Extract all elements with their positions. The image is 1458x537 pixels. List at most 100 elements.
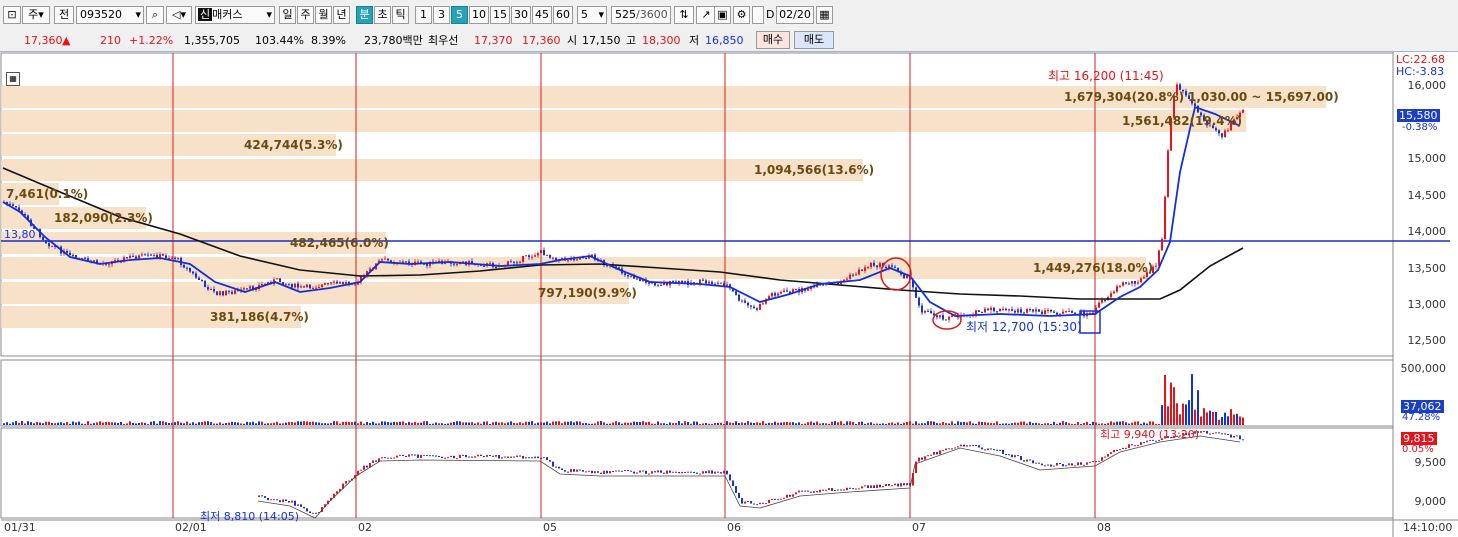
volume-bar xyxy=(138,423,140,425)
volume-bar xyxy=(897,422,899,425)
indicator-candle xyxy=(1218,432,1220,434)
interval-5-button[interactable]: 5 xyxy=(451,6,468,24)
volume-bar xyxy=(420,422,422,425)
volume-bar xyxy=(1212,411,1214,425)
indicator-candle xyxy=(696,472,698,474)
volume-bar xyxy=(1152,421,1154,425)
volume-bar xyxy=(753,422,755,425)
indicator-candle xyxy=(264,496,266,498)
volume-bar xyxy=(252,421,254,425)
volume-bar xyxy=(1071,423,1073,425)
volume-bar xyxy=(762,421,764,425)
volume-bar xyxy=(681,423,683,425)
interval-60-button[interactable]: 60 xyxy=(553,6,573,24)
period-minute-button[interactable]: 분 xyxy=(356,6,373,24)
date-input[interactable]: 02/20 xyxy=(776,6,814,24)
volume-bar xyxy=(951,421,953,425)
indicator-candle xyxy=(678,471,680,474)
volume-bar xyxy=(909,421,911,425)
volume-bar xyxy=(27,421,29,425)
date-checkbox[interactable] xyxy=(752,6,764,24)
interval-count-select[interactable]: 5 ▾ xyxy=(577,6,607,24)
chart-area[interactable]: ▦ 1,679,304(20.8%) 1,030.00 ~ 15,697.00)… xyxy=(0,52,1458,537)
x-axis-label: 06 xyxy=(727,521,741,534)
draw-tool-icon[interactable]: ↗ xyxy=(696,6,716,24)
volume-bar xyxy=(402,421,404,425)
indicator-candle xyxy=(906,483,908,486)
volume-bar xyxy=(516,423,518,425)
window-icon[interactable]: ⊡ xyxy=(3,6,21,24)
indicator-candle xyxy=(399,454,401,456)
candle xyxy=(1224,130,1226,138)
indicator-axis-label: 9,500 xyxy=(1414,456,1447,469)
indicator-candle xyxy=(699,473,701,475)
volume-bar xyxy=(477,422,479,425)
search-icon[interactable]: ⌕ xyxy=(146,6,164,24)
all-button[interactable]: 전 xyxy=(54,6,74,24)
stock-code-input[interactable]: 093520 ▾ xyxy=(76,6,144,24)
save-icon[interactable]: ▣ xyxy=(714,6,731,24)
interval-15-button[interactable]: 15 xyxy=(490,6,510,24)
interval-30-button[interactable]: 30 xyxy=(511,6,531,24)
period-week-button[interactable]: 주 xyxy=(297,6,314,24)
indicator-candle xyxy=(903,483,905,486)
market-select-label: 주 xyxy=(28,8,39,21)
candle xyxy=(216,291,218,295)
speaker-icon[interactable]: ◁▾ xyxy=(166,6,192,24)
volume-bar xyxy=(750,422,752,425)
period-day-button[interactable]: 일 xyxy=(279,6,296,24)
indicator-candle xyxy=(504,456,506,458)
indicator-candle xyxy=(600,472,602,474)
volume-bar xyxy=(1122,421,1124,425)
indicator-candle xyxy=(921,457,923,460)
candle xyxy=(861,269,863,271)
volume-bar xyxy=(381,421,383,425)
indicator-candle xyxy=(744,501,746,504)
sell-button[interactable]: 매도 xyxy=(794,31,834,49)
indicator-candle xyxy=(1008,454,1010,456)
buy-button[interactable]: 매수 xyxy=(756,31,790,49)
indicator-candle xyxy=(303,506,305,509)
range-input[interactable]: 525/3600 xyxy=(611,6,671,24)
indicator-candle xyxy=(879,484,881,488)
low-label: 저 xyxy=(689,34,700,47)
period-tick-button[interactable]: 틱 xyxy=(392,6,409,24)
indicator-candle xyxy=(726,470,728,475)
interval-1-button[interactable]: 1 xyxy=(415,6,432,24)
volume-bar xyxy=(633,421,635,425)
indicator-candle xyxy=(1053,465,1055,467)
volume-bar xyxy=(729,422,731,425)
indicator-candle xyxy=(711,470,713,474)
indicator-candle xyxy=(447,457,449,459)
chart-settings-icon[interactable]: ▦ xyxy=(6,72,20,86)
indicator-candle xyxy=(1140,442,1142,445)
volume-bar xyxy=(249,422,251,425)
indicator-candle xyxy=(702,471,704,474)
gear-icon[interactable]: ⚙ xyxy=(733,6,750,24)
volume-bar xyxy=(1023,421,1025,425)
period-month-button[interactable]: 월 xyxy=(315,6,332,24)
volume-bar xyxy=(1026,423,1028,425)
indicator-candle xyxy=(1089,461,1091,463)
indicator-candle xyxy=(918,457,920,462)
volume-bar xyxy=(924,423,926,425)
indicator-candle xyxy=(381,457,383,459)
candle xyxy=(1218,130,1220,134)
zoom-icon[interactable]: ⇅ xyxy=(674,6,694,24)
indicator-candle xyxy=(315,512,317,514)
period-second-button[interactable]: 초 xyxy=(374,6,391,24)
market-select[interactable]: 주▾ xyxy=(22,6,50,24)
stock-name-field[interactable]: 신 매커스 ▾ xyxy=(195,6,275,24)
volume-bar xyxy=(918,423,920,425)
volume-bar xyxy=(3,423,5,425)
volume-bar xyxy=(1083,422,1085,425)
volume-bar xyxy=(648,421,650,425)
period-year-button[interactable]: 년 xyxy=(333,6,350,24)
calendar-icon[interactable]: ▦ xyxy=(816,6,833,24)
volume-bar xyxy=(519,422,521,425)
candle xyxy=(948,316,950,320)
interval-3-button[interactable]: 3 xyxy=(433,6,450,24)
interval-45-button[interactable]: 45 xyxy=(532,6,552,24)
interval-10-button[interactable]: 10 xyxy=(469,6,489,24)
indicator-candle xyxy=(693,471,695,473)
